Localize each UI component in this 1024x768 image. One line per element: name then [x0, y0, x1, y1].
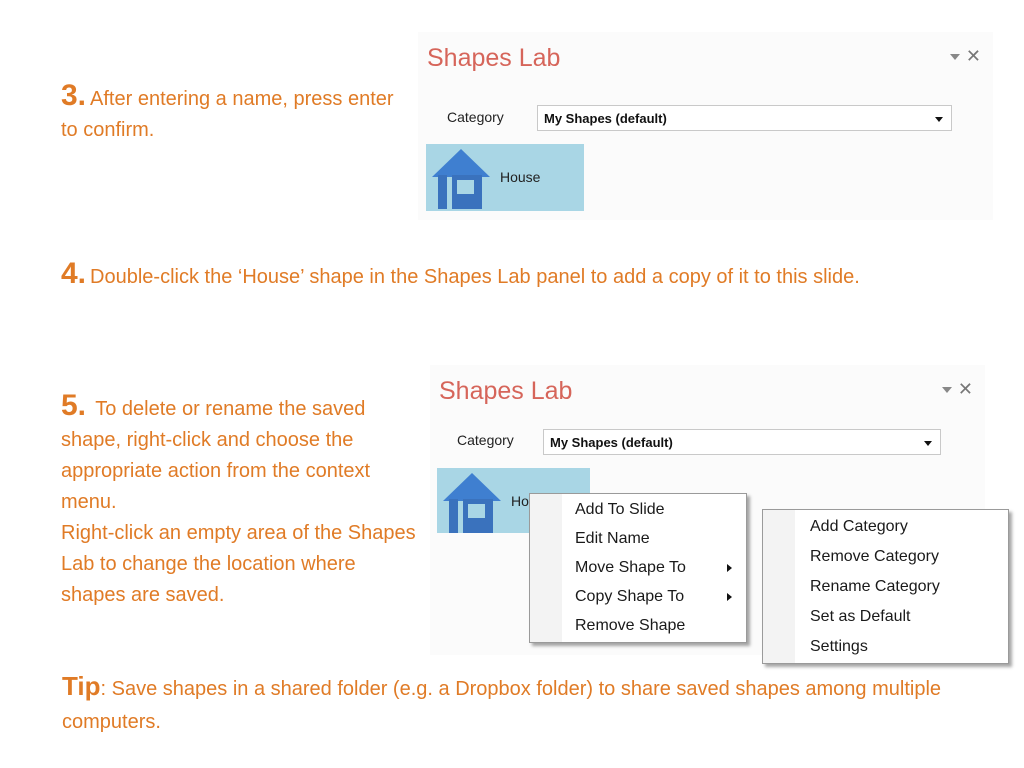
step-3-instruction: 3. After entering a name, press enter to … — [61, 80, 406, 146]
menu-item-copy-shape-to[interactable]: Copy Shape To — [530, 582, 746, 611]
shape-context-menu: Add To Slide Edit Name Move Shape To Cop… — [529, 493, 747, 643]
category-select-value: My Shapes (default) — [544, 111, 667, 126]
menu-item-label: Set as Default — [810, 608, 911, 625]
menu-item-label: Edit Name — [575, 530, 650, 547]
step-4-instruction: 4. Double-click the ‘House’ shape in the … — [61, 258, 961, 293]
menu-item-remove-shape[interactable]: Remove Shape — [530, 611, 746, 640]
shape-name: House — [500, 169, 541, 185]
category-label: Category — [447, 109, 504, 125]
menu-item-add-to-slide[interactable]: Add To Slide — [530, 495, 746, 524]
menu-item-label: Copy Shape To — [575, 588, 685, 605]
menu-item-edit-name[interactable]: Edit Name — [530, 524, 746, 553]
category-label: Category — [457, 432, 514, 448]
menu-item-remove-category[interactable]: Remove Category — [763, 542, 1008, 572]
chevron-down-icon — [924, 441, 932, 446]
house-icon — [432, 149, 490, 209]
shapes-lab-panel: Shapes Lab ✕ Category My Shapes (default… — [418, 32, 993, 220]
step-text: Double-click the ‘House’ shape in the Sh… — [90, 266, 860, 288]
category-select-value: My Shapes (default) — [550, 435, 673, 450]
step-number: 5. — [61, 389, 87, 422]
close-icon[interactable]: ✕ — [966, 46, 981, 66]
panel-title: Shapes Lab — [439, 377, 573, 405]
house-icon — [443, 473, 501, 533]
step-number: 3. — [61, 79, 87, 112]
shape-name: Ho — [511, 493, 529, 509]
submenu-arrow-icon — [727, 593, 732, 601]
menu-item-label: Add Category — [810, 518, 908, 535]
step-5-instruction: 5. To delete or rename the saved shape, … — [61, 390, 421, 611]
menu-item-label: Rename Category — [810, 578, 940, 595]
tip-body: : Save shapes in a shared folder (e.g. a… — [62, 678, 942, 733]
menu-item-add-category[interactable]: Add Category — [763, 512, 1008, 542]
tip-text: Tip: Save shapes in a shared folder (e.g… — [62, 670, 962, 739]
menu-item-move-shape-to[interactable]: Move Shape To — [530, 553, 746, 582]
menu-item-label: Settings — [810, 638, 868, 655]
step-text: After entering a name, press enter to co… — [61, 88, 394, 141]
shape-tile-house[interactable]: House — [426, 144, 584, 211]
chevron-down-icon — [935, 117, 943, 122]
panel-context-menu: Add Category Remove Category Rename Cate… — [762, 509, 1009, 664]
submenu-arrow-icon — [727, 564, 732, 572]
step-text: To delete or rename the saved shape, rig… — [61, 398, 371, 513]
menu-item-label: Add To Slide — [575, 501, 665, 518]
menu-item-label: Move Shape To — [575, 559, 686, 576]
menu-item-settings[interactable]: Settings — [763, 632, 1008, 662]
step-number: 4. — [61, 257, 87, 290]
panel-title: Shapes Lab — [427, 44, 561, 72]
tip-label: Tip — [62, 671, 101, 701]
menu-item-set-as-default[interactable]: Set as Default — [763, 602, 1008, 632]
step-text-secondary: Right-click an empty area of the Shapes … — [61, 522, 416, 606]
category-select[interactable]: My Shapes (default) — [537, 105, 952, 131]
menu-item-label: Remove Category — [810, 548, 939, 565]
panel-options-dropdown-icon[interactable] — [941, 386, 952, 393]
close-icon[interactable]: ✕ — [958, 379, 973, 399]
menu-item-rename-category[interactable]: Rename Category — [763, 572, 1008, 602]
category-select[interactable]: My Shapes (default) — [543, 429, 941, 455]
menu-item-label: Remove Shape — [575, 617, 686, 634]
panel-options-dropdown-icon[interactable] — [949, 53, 960, 60]
